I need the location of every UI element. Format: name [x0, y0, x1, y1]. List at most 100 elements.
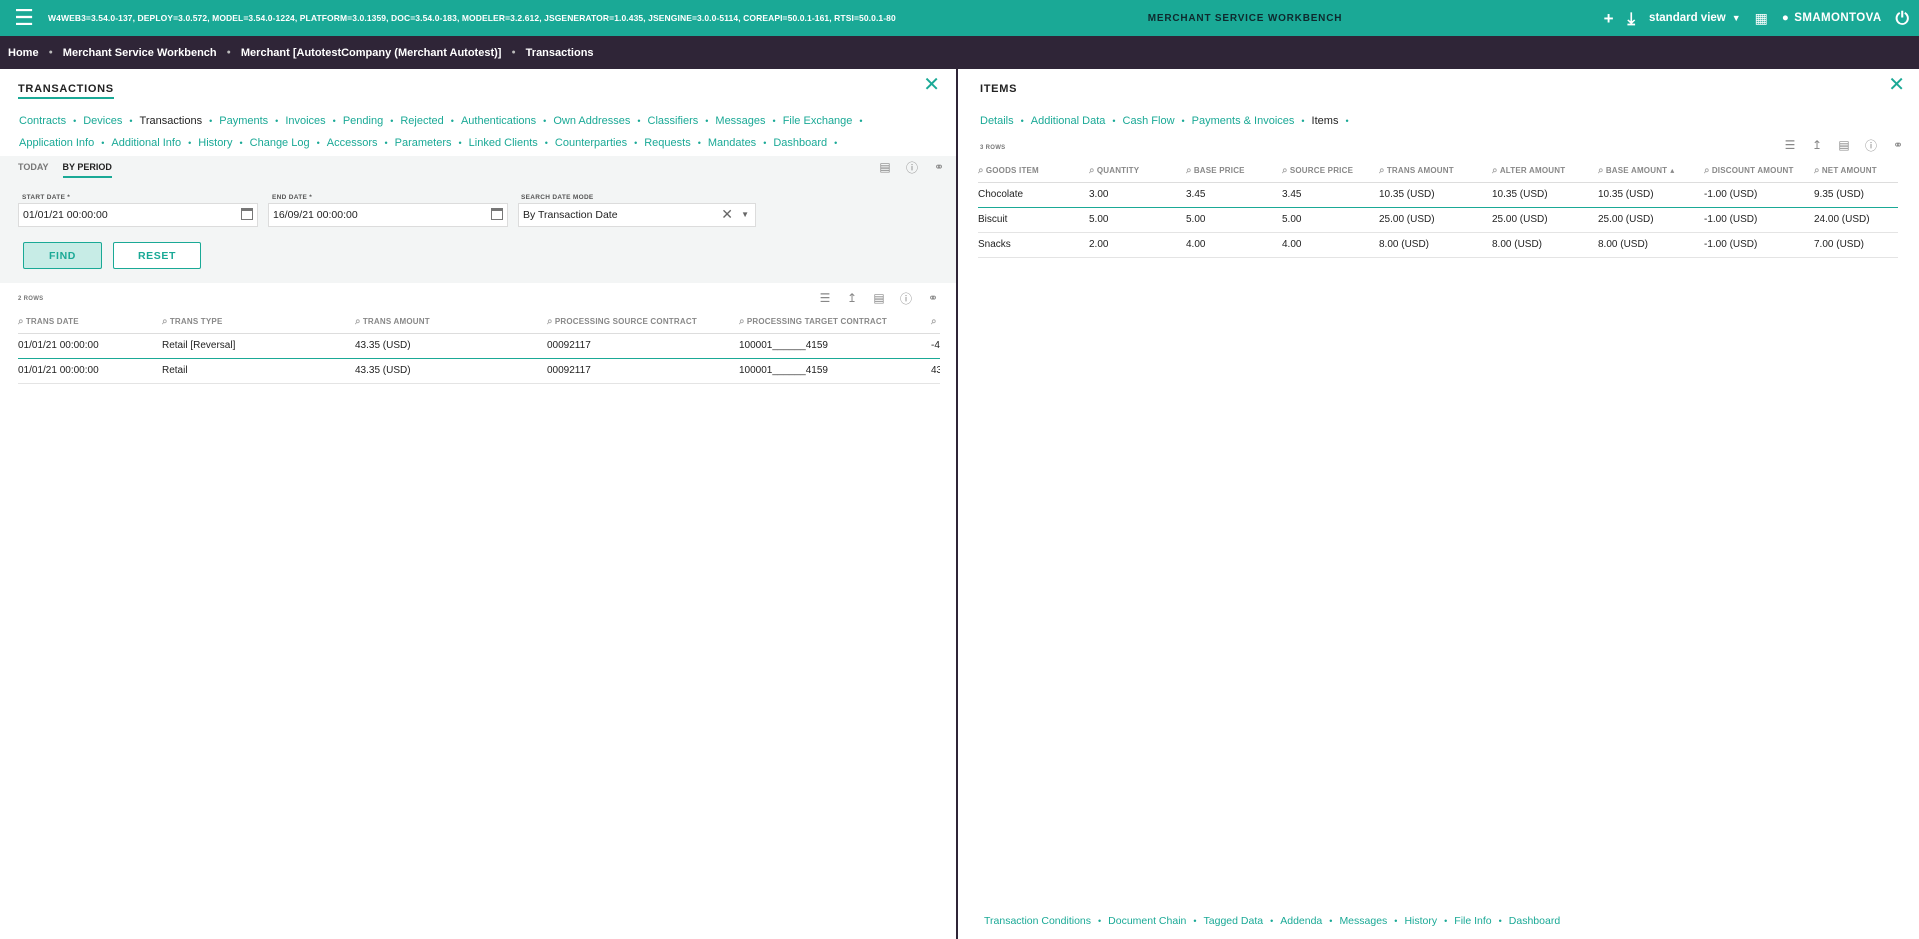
tab-linked-clients[interactable]: Linked Clients [469, 137, 538, 149]
tab-additional-data[interactable]: Additional Data [1031, 115, 1106, 127]
tab-mandates[interactable]: Mandates [708, 137, 756, 149]
column-header[interactable]: ⌕ BASE PRICE [1186, 160, 1282, 183]
search-icon[interactable]: ⌕ [1379, 165, 1385, 176]
tab-accessors[interactable]: Accessors [327, 137, 378, 149]
link-history[interactable]: History [1404, 915, 1437, 927]
info-icon[interactable]: ⓘ [905, 160, 919, 175]
tab-pending[interactable]: Pending [343, 115, 383, 127]
link-file-info[interactable]: File Info [1454, 915, 1491, 927]
column-header[interactable]: ⌕ NET AMOUNT [1814, 160, 1898, 183]
search-icon[interactable]: ⌕ [1492, 165, 1498, 176]
user-menu[interactable]: ● SMAMONTOVA [1782, 12, 1882, 24]
download-icon[interactable]: ⤓ [1628, 10, 1636, 27]
column-header[interactable]: ⌕ TRANS AMOUNT [355, 311, 547, 334]
column-header[interactable]: ⌕ TRANS AMOUNT [1379, 160, 1492, 183]
breadcrumb-merchant[interactable]: Merchant [AutotestCompany (Merchant Auto… [241, 47, 502, 59]
power-icon[interactable]: ⏻ [1896, 10, 1909, 27]
calendar-icon[interactable] [241, 208, 253, 220]
link-addenda[interactable]: Addenda [1280, 915, 1322, 927]
tab-authentications[interactable]: Authentications [461, 115, 536, 127]
reset-button[interactable]: RESET [113, 242, 201, 269]
tab-dashboard[interactable]: Dashboard [773, 137, 827, 149]
tab-items[interactable]: Items [1312, 115, 1339, 127]
globe-icon[interactable]: ⚭ [926, 291, 940, 305]
tab-history[interactable]: History [198, 137, 232, 149]
column-header[interactable]: ⌕ SOURCE PRICE [1282, 160, 1379, 183]
link-tagged-data[interactable]: Tagged Data [1204, 915, 1264, 927]
search-mode-select[interactable]: By Transaction Date ✕ ▼ [518, 203, 756, 227]
search-icon[interactable]: ⌕ [1814, 165, 1820, 176]
export-icon[interactable]: ↥ [1810, 138, 1824, 152]
list-settings-icon[interactable]: ☰ [818, 291, 832, 305]
tab-counterparties[interactable]: Counterparties [555, 137, 627, 149]
tab-devices[interactable]: Devices [83, 115, 122, 127]
table-row[interactable]: Chocolate 3.00 3.45 3.45 10.35 (USD) 10.35 (U… [978, 182, 1898, 208]
tab-file-exchange[interactable]: File Exchange [783, 115, 853, 127]
tab-today[interactable]: TODAY [18, 162, 49, 178]
layout-icon[interactable]: ▤ [878, 160, 892, 174]
column-header[interactable]: ⌕ BASE AMOUNT ▴ [1598, 160, 1704, 183]
tab-cash-flow[interactable]: Cash Flow [1123, 115, 1175, 127]
search-icon[interactable]: ⌕ [1186, 165, 1192, 176]
tab-requests[interactable]: Requests [644, 137, 690, 149]
column-header[interactable]: ⌕ DISCOUNT AMOUNT [1704, 160, 1814, 183]
export-icon[interactable]: ↥ [845, 291, 859, 305]
tab-classifiers[interactable]: Classifiers [648, 115, 699, 127]
tab-application-info[interactable]: Application Info [19, 137, 94, 149]
end-date-field[interactable]: 16/09/21 00:00:00 [268, 203, 508, 227]
view-selector[interactable]: standard view ▼ [1649, 12, 1741, 24]
tab-own-addresses[interactable]: Own Addresses [553, 115, 630, 127]
link-messages[interactable]: Messages [1339, 915, 1387, 927]
search-icon[interactable]: ⌕ [931, 316, 937, 327]
tab-payments-invoices[interactable]: Payments & Invoices [1192, 115, 1295, 127]
column-header[interactable]: ⌕ GOODS ITEM [978, 160, 1089, 183]
menu-icon[interactable]: ☰ [0, 0, 48, 36]
search-icon[interactable]: ⌕ [1598, 165, 1604, 176]
search-icon[interactable]: ⌕ [1704, 165, 1710, 176]
table-row[interactable]: Snacks 2.00 4.00 4.00 8.00 (USD) 8.00 (USD) 8.… [978, 232, 1898, 258]
tab-additional-info[interactable]: Additional Info [111, 137, 181, 149]
breadcrumb-home[interactable]: Home [8, 47, 39, 59]
tab-parameters[interactable]: Parameters [395, 137, 452, 149]
link-dashboard[interactable]: Dashboard [1509, 915, 1560, 927]
column-header[interactable]: ⌕ [931, 311, 940, 334]
column-header[interactable]: ⌕ QUANTITY [1089, 160, 1186, 183]
info-icon[interactable]: ⓘ [1864, 138, 1878, 153]
search-icon[interactable]: ⌕ [1282, 165, 1288, 176]
plus-icon[interactable]: + [1604, 10, 1614, 27]
tab-details[interactable]: Details [980, 115, 1014, 127]
link-transaction-conditions[interactable]: Transaction Conditions [984, 915, 1091, 927]
search-icon[interactable]: ⌕ [547, 316, 553, 327]
link-document-chain[interactable]: Document Chain [1108, 915, 1186, 927]
close-icon[interactable]: ✕ [923, 75, 940, 95]
column-header[interactable]: ⌕ TRANS TYPE [162, 311, 355, 334]
info-icon[interactable]: ⓘ [899, 291, 913, 306]
globe-icon[interactable]: ⚭ [1891, 138, 1905, 152]
column-header[interactable]: ⌕ TRANS DATE [18, 311, 162, 334]
tab-by-period[interactable]: BY PERIOD [62, 162, 112, 178]
breadcrumb-workbench[interactable]: Merchant Service Workbench [63, 47, 217, 59]
search-icon[interactable]: ⌕ [978, 165, 984, 176]
globe-icon[interactable]: ⚭ [932, 160, 946, 174]
search-icon[interactable]: ⌕ [162, 316, 168, 327]
column-header[interactable]: ⌕ PROCESSING SOURCE CONTRACT [547, 311, 739, 334]
calendar-icon[interactable] [491, 208, 503, 220]
report-icon[interactable]: ▦ [1755, 11, 1768, 25]
tab-change-log[interactable]: Change Log [250, 137, 310, 149]
layout-icon[interactable]: ▤ [1837, 138, 1851, 152]
layout-icon[interactable]: ▤ [872, 291, 886, 305]
sort-icon[interactable]: ▴ [1670, 166, 1674, 175]
table-row[interactable]: Biscuit 5.00 5.00 5.00 25.00 (USD) 25.00 (USD… [978, 207, 1898, 233]
tab-transactions[interactable]: Transactions [140, 115, 203, 127]
search-icon[interactable]: ⌕ [355, 316, 361, 327]
tab-invoices[interactable]: Invoices [285, 115, 325, 127]
chevron-down-icon[interactable]: ▼ [741, 210, 749, 219]
table-row[interactable]: 01/01/21 00:00:00 Retail [Reversal] 43.35 … [18, 333, 940, 359]
tab-rejected[interactable]: Rejected [400, 115, 443, 127]
tab-payments[interactable]: Payments [219, 115, 268, 127]
breadcrumb-transactions[interactable]: Transactions [526, 47, 594, 59]
start-date-field[interactable]: 01/01/21 00:00:00 [18, 203, 258, 227]
search-icon[interactable]: ⌕ [1089, 165, 1095, 176]
search-icon[interactable]: ⌕ [18, 316, 24, 327]
tab-messages[interactable]: Messages [715, 115, 765, 127]
